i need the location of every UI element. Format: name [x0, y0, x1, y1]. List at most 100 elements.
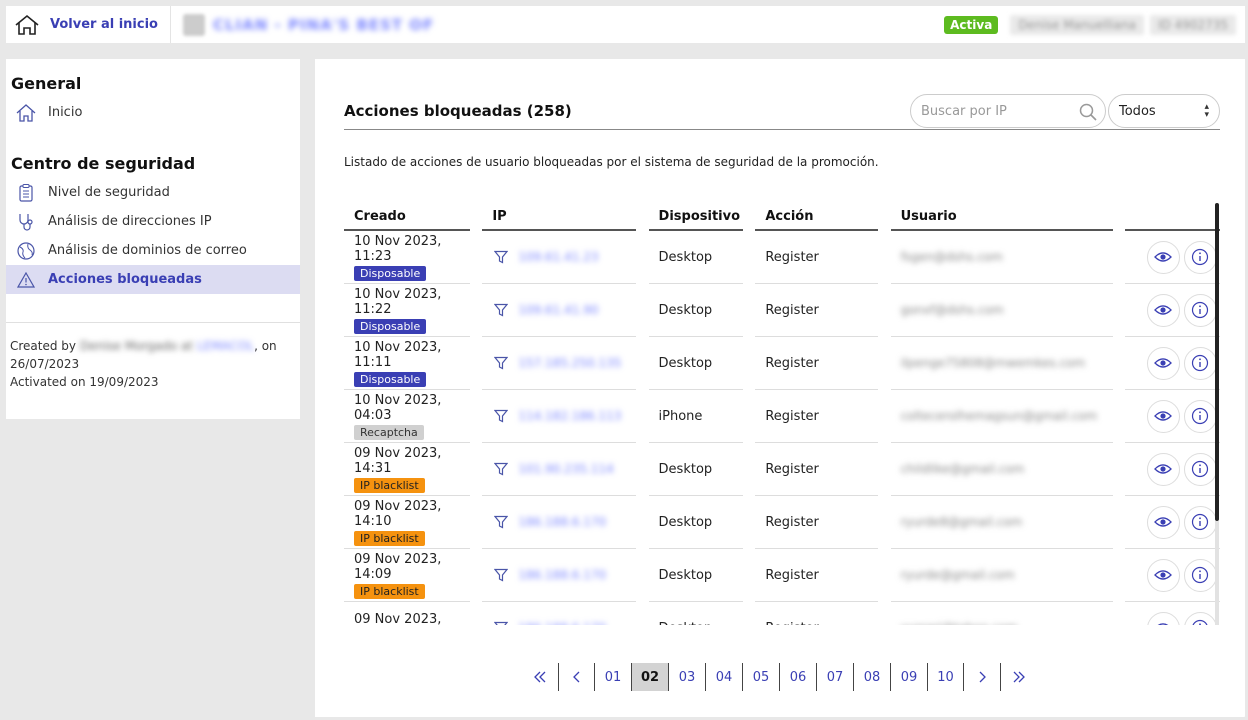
block-reason-tag: IP blacklist	[354, 477, 425, 493]
pagination-page-04[interactable]: 04	[705, 663, 742, 691]
ip-link[interactable]: 109.61.41.90	[518, 303, 598, 317]
column-header-user[interactable]: Usuario	[890, 203, 1113, 231]
filter-funnel-icon[interactable]	[494, 515, 509, 529]
view-button[interactable]	[1146, 505, 1180, 539]
column-header-created[interactable]: Creado	[344, 203, 470, 231]
cell-actions	[1124, 390, 1220, 443]
filter-funnel-icon[interactable]	[494, 462, 509, 476]
ip-link[interactable]: 109.61.41.23	[518, 250, 598, 264]
cell-device: Desktop	[648, 337, 743, 390]
created-by-label: Created by	[10, 339, 77, 353]
info-icon	[1192, 619, 1208, 625]
ip-link[interactable]: 101.90.235.114	[518, 462, 613, 476]
cell-user: childlike@gmail.com	[890, 443, 1113, 496]
back-home-label: Volver al inicio	[50, 17, 158, 32]
table-row: 10 Nov 2023, 11:22 Disposable 109.61.41.9…	[344, 284, 1220, 337]
view-button[interactable]	[1146, 611, 1180, 625]
filter-funnel-icon[interactable]	[494, 303, 509, 317]
pagination-next-button[interactable]	[964, 663, 1000, 691]
table-row: 09 Nov 2023, 14:03 186.188.6.170 Desktop…	[344, 602, 1220, 625]
info-button[interactable]	[1183, 240, 1217, 274]
sidebar-item-label: Análisis de direcciones IP	[48, 214, 212, 229]
filter-funnel-icon[interactable]	[494, 568, 509, 582]
column-header-action[interactable]: Acción	[755, 203, 879, 231]
ip-link[interactable]: 186.188.6.170	[518, 621, 606, 625]
pagination-page-02[interactable]: 02	[631, 663, 668, 691]
sidebar-item-inicio[interactable]: Inicio	[6, 98, 300, 127]
filter-funnel-icon[interactable]	[494, 356, 509, 370]
user-name[interactable]: Denise Manuelliana	[1010, 14, 1144, 35]
pagination-last-button[interactable]	[1000, 663, 1036, 691]
filter-funnel-icon[interactable]	[494, 250, 509, 264]
sidebar: General Inicio Centro de seguridad Nivel…	[6, 59, 300, 419]
info-icon	[1192, 513, 1209, 531]
cell-actions	[1124, 231, 1220, 284]
filter-funnel-icon[interactable]	[494, 409, 509, 423]
view-button[interactable]	[1146, 293, 1180, 327]
sidebar-item-domain-analysis[interactable]: Análisis de dominios de correo	[6, 236, 300, 265]
filter-funnel-icon[interactable]	[494, 621, 509, 625]
pagination-page-10[interactable]: 10	[927, 663, 964, 691]
ip-link[interactable]: 186.188.6.170	[518, 568, 606, 582]
cell-ip: 114.182.186.113	[482, 390, 637, 443]
view-button[interactable]	[1146, 452, 1180, 486]
pagination-page-03[interactable]: 03	[668, 663, 705, 691]
block-reason-tag: Disposable	[354, 265, 427, 281]
pagination-page-08[interactable]: 08	[853, 663, 890, 691]
sidebar-item-security-level[interactable]: Nivel de seguridad	[6, 178, 300, 207]
promo-selector[interactable]: CLIAN - PINA'S BEST OF	[182, 13, 434, 36]
cell-ip: 186.188.6.170	[482, 602, 636, 625]
created-date: 26/07/2023	[10, 357, 80, 371]
creator-company-link[interactable]: LEMACOL	[197, 339, 254, 353]
pagination-first-button[interactable]	[522, 663, 558, 691]
column-header-ip[interactable]: IP	[482, 203, 637, 231]
info-button[interactable]	[1183, 293, 1217, 327]
ip-link[interactable]: 114.182.186.113	[518, 409, 621, 423]
filter-select-value: Todos	[1119, 103, 1156, 119]
pagination-page-05[interactable]: 05	[742, 663, 779, 691]
table-scrollbar-track[interactable]	[1215, 521, 1219, 625]
info-button[interactable]	[1183, 558, 1217, 592]
back-home-link[interactable]: Volver al inicio	[6, 6, 171, 43]
pagination-page-01[interactable]: 01	[594, 663, 631, 691]
view-button[interactable]	[1146, 558, 1180, 592]
pagination-page-06[interactable]: 06	[779, 663, 816, 691]
creator-name: Denise Morgado	[79, 339, 178, 353]
user-email: childlike@gmail.com	[900, 461, 1025, 476]
double-chevron-left-icon	[534, 671, 546, 683]
view-button[interactable]	[1146, 346, 1180, 380]
cell-action: Register	[755, 602, 878, 626]
view-button[interactable]	[1146, 399, 1180, 433]
pagination-prev-button[interactable]	[558, 663, 594, 691]
sidebar-item-label: Nivel de seguridad	[48, 185, 170, 200]
info-icon	[1192, 301, 1209, 319]
search-input[interactable]	[911, 95, 1105, 127]
cell-created: 10 Nov 2023, 11:11 Disposable	[344, 337, 470, 390]
info-button[interactable]	[1183, 399, 1217, 433]
table-scrollbar-thumb[interactable]	[1215, 203, 1219, 521]
eye-icon	[1154, 358, 1173, 368]
ip-link[interactable]: 186.188.6.170	[518, 515, 606, 529]
cell-ip: 101.90.235.114	[482, 443, 637, 496]
app-frame: Volver al inicio CLIAN - PINA'S BEST OF …	[0, 0, 1248, 720]
sidebar-item-blocked-actions[interactable]: Acciones bloqueadas	[6, 265, 300, 294]
info-button[interactable]	[1183, 346, 1217, 380]
pagination: 01 02 03 04 05 06 07 08 09 10	[522, 663, 1036, 691]
status-badge: Activa	[944, 15, 999, 34]
pagination-page-07[interactable]: 07	[816, 663, 853, 691]
info-button[interactable]	[1183, 611, 1217, 625]
view-button[interactable]	[1146, 240, 1180, 274]
home-icon	[15, 14, 39, 35]
info-button[interactable]	[1183, 452, 1217, 486]
search-icon[interactable]	[1079, 103, 1097, 121]
cell-user: vurseri@tahoo.com	[891, 602, 1113, 626]
column-header-device[interactable]: Dispositivo	[648, 203, 743, 231]
info-button[interactable]	[1183, 505, 1217, 539]
cell-created: 09 Nov 2023, 14:10 IP blacklist	[344, 496, 470, 549]
cell-device: Desktop	[648, 443, 743, 496]
pagination-page-09[interactable]: 09	[890, 663, 927, 691]
ip-link[interactable]: 157.185.250.135	[518, 356, 621, 370]
sidebar-item-ip-analysis[interactable]: Análisis de direcciones IP	[6, 207, 300, 236]
filter-select[interactable]: Todos ▴ ▾	[1108, 94, 1220, 128]
activated-date: Activated on 19/09/2023	[10, 375, 159, 389]
